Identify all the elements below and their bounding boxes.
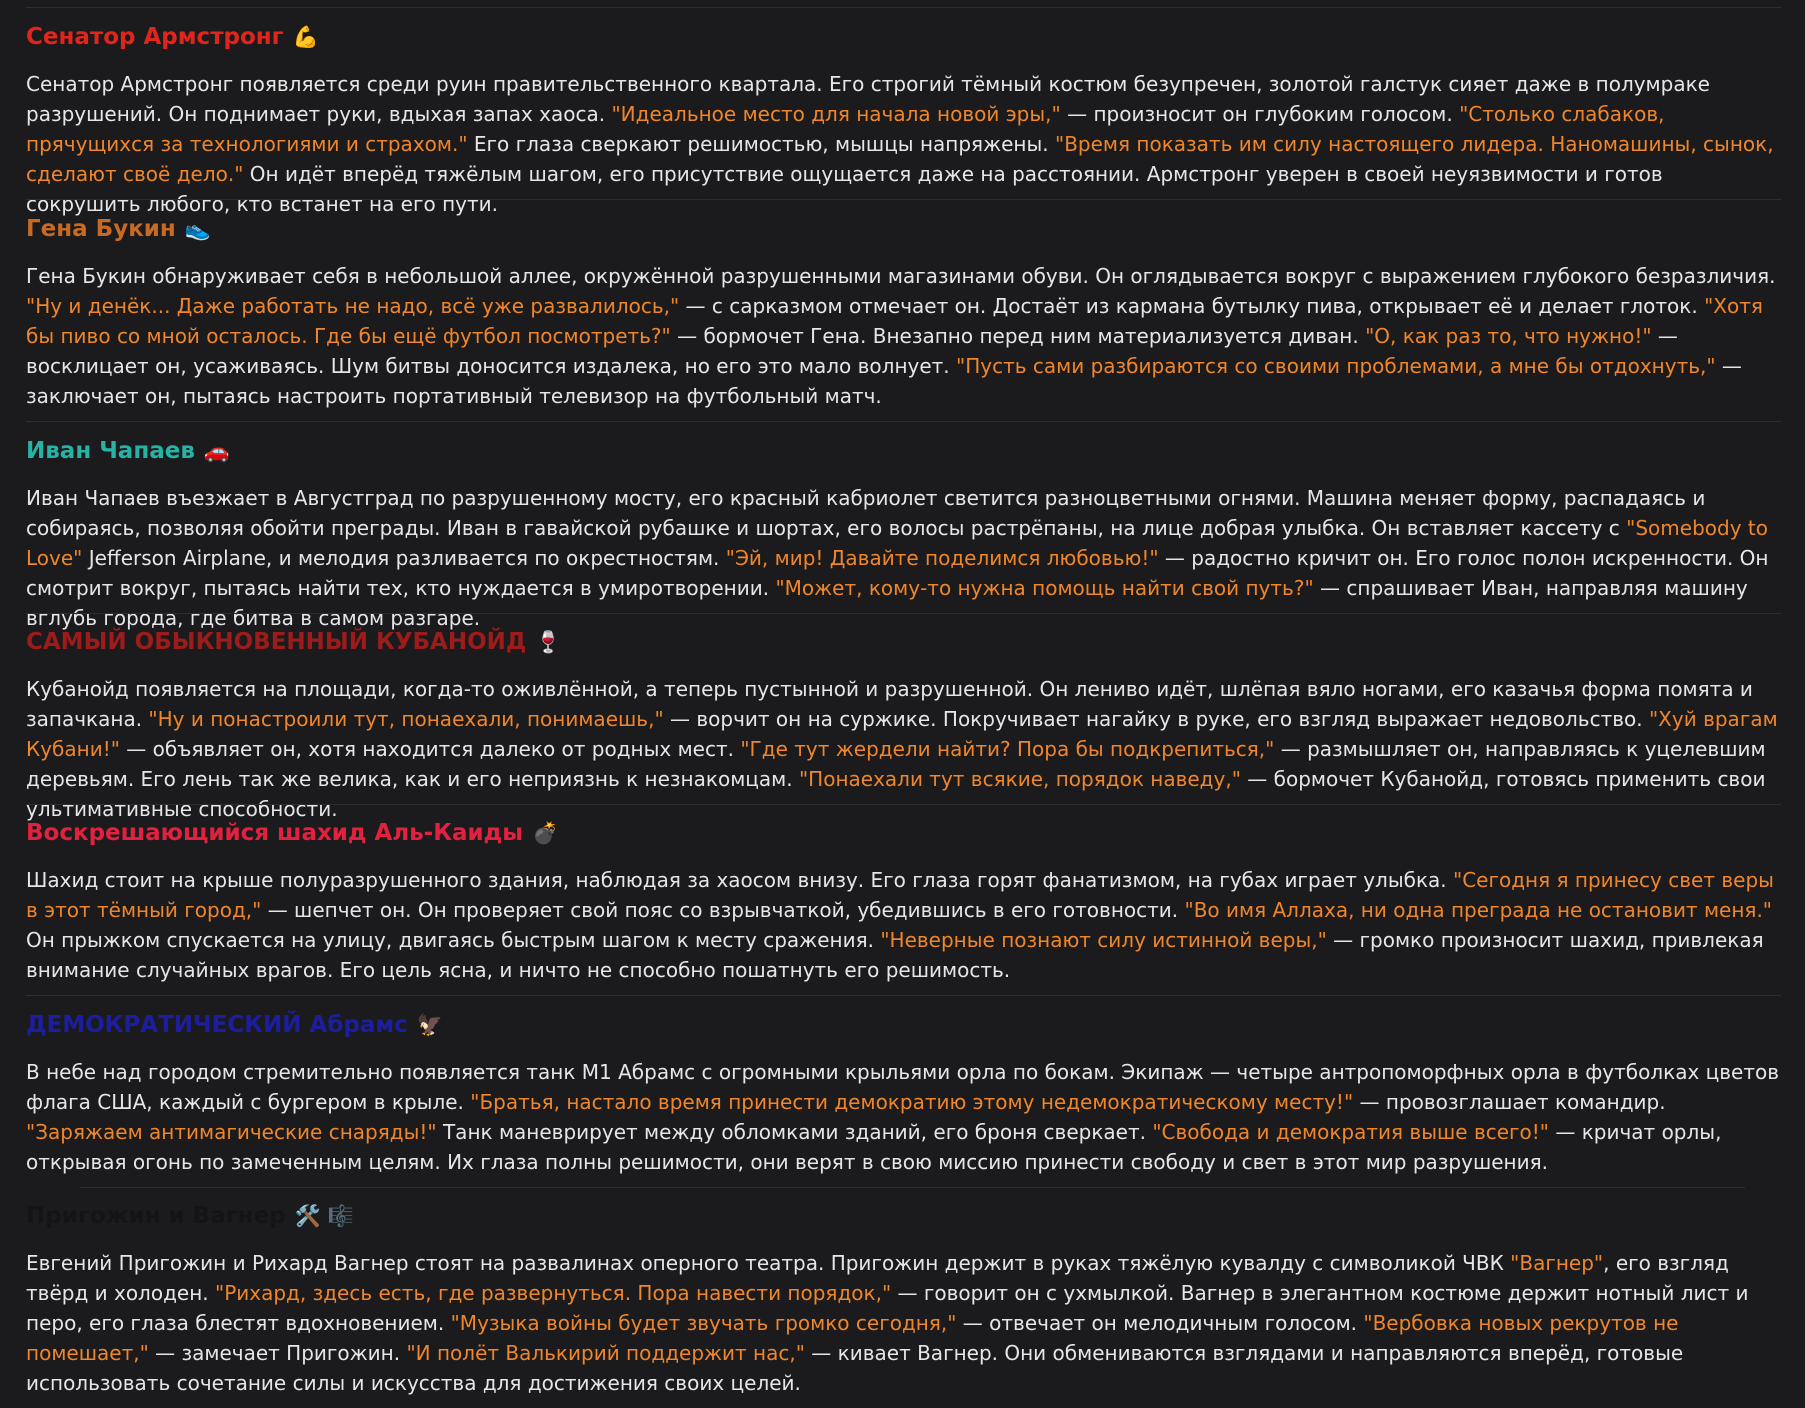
narration-text: Он идёт вперёд тяжёлым шагом, его присут… — [26, 162, 1663, 216]
quote-text: "Неверные познают силу истинной веры," — [880, 928, 1327, 952]
quote-text: "Свобода и демократия выше всего!" — [1152, 1120, 1549, 1144]
quote-text: "Братья, настало время принести демократ… — [470, 1090, 1354, 1114]
narration-text: Иван Чапаев въезжает в Августград по раз… — [26, 486, 1706, 540]
quote-text: "Ну и понастроили тут, понаехали, понима… — [148, 707, 664, 731]
entry-header: САМЫЙ ОБЫКНОВЕННЫЙ КУБАНОЙД 🍷 — [26, 624, 1781, 660]
character-emoji-icon: 👟 — [184, 217, 211, 241]
entry-divider — [80, 1187, 1745, 1188]
character-description: Гена Букин обнаруживает себя в небольшой… — [26, 261, 1781, 411]
character-entry: САМЫЙ ОБЫКНОВЕННЫЙ КУБАНОЙД 🍷 Кубанойд п… — [26, 624, 1781, 824]
character-emoji-icon: 💣 — [532, 821, 559, 845]
narration-text: Шахид стоит на крыше полуразрушенного зд… — [26, 868, 1454, 892]
character-emoji-icon: 🚗 — [203, 439, 231, 463]
quote-text: "Во имя Аллаха, ни одна преграда не оста… — [1184, 898, 1773, 922]
quote-text: "Может, кому-то нужна помощь найти свой … — [775, 576, 1314, 600]
quote-text: "Пусть сами разбираются со своими пробле… — [956, 354, 1716, 378]
narration-text: Евгений Пригожин и Рихард Вагнер стоят н… — [26, 1251, 1511, 1275]
character-description: Евгений Пригожин и Рихард Вагнер стоят н… — [26, 1248, 1781, 1398]
top-divider — [26, 7, 1781, 8]
narration-text: — с сарказмом отмечает он. Достаёт из ка… — [679, 294, 1705, 318]
entry-header: Сенатор Армстронг 💪 — [26, 19, 1781, 55]
narration-text: Его глаза сверкают решимостью, мышцы нап… — [467, 132, 1055, 156]
entry-header: Гена Букин 👟 — [26, 211, 1781, 247]
character-name: Гена Букин — [26, 216, 176, 242]
character-emoji-icon: 🍷 — [535, 630, 562, 654]
quote-text: "Где тут жердели найти? Пора бы подкрепи… — [740, 737, 1275, 761]
narration-text: — объявляет он, хотя находится далеко от… — [119, 737, 741, 761]
character-emoji-icon: 🦅 — [416, 1013, 443, 1037]
quote-text: "И полёт Валькирий поддержит нас," — [406, 1341, 805, 1365]
narration-text: Танк маневрирует между обломками зданий,… — [436, 1120, 1153, 1144]
quote-text: "Ну и денёк... Даже работать не надо, вс… — [26, 294, 680, 318]
entry-divider — [26, 421, 1781, 422]
character-description: Иван Чапаев въезжает в Августград по раз… — [26, 483, 1781, 633]
character-name: Воскрешающийся шахид Аль-Каиды — [26, 820, 524, 846]
narration-text: Гена Букин обнаруживает себя в небольшой… — [26, 264, 1776, 288]
character-description: В небе над городом стремительно появляет… — [26, 1057, 1781, 1177]
quote-text: "Музыка войны будет звучать громко сегод… — [450, 1311, 957, 1335]
quote-text: "Рихард, здесь есть, где развернуться. П… — [215, 1281, 892, 1305]
quote-text: "Эй, мир! Давайте поделимся любовью!" — [725, 546, 1159, 570]
character-description: Кубанойд появляется на площади, когда-то… — [26, 674, 1781, 824]
narration-text: Он прыжком спускается на улицу, двигаясь… — [26, 928, 881, 952]
entry-header: ДЕМОКРАТИЧЕСКИЙ Абрамс 🦅 — [26, 1007, 1781, 1043]
character-entry: Сенатор Армстронг 💪 Сенатор Армстронг по… — [26, 19, 1781, 219]
quote-text: "Вагнер" — [1510, 1251, 1604, 1275]
quote-text: "О, как раз то, что нужно!" — [1365, 324, 1652, 348]
quote-text: "Идеальное место для начала новой эры," — [611, 102, 1061, 126]
character-description: Шахид стоит на крыше полуразрушенного зд… — [26, 865, 1781, 985]
narration-text: — бормочет Гена. Внезапно перед ним мате… — [670, 324, 1366, 348]
entry-header: Пригожин и Вагнер 🛠️ 🎼 — [26, 1198, 1781, 1234]
narration-text: — отвечает он мелодичным голосом. — [956, 1311, 1364, 1335]
narration-text: — замечает Пригожин. — [148, 1341, 407, 1365]
entry-header: Иван Чапаев 🚗 — [26, 433, 1781, 469]
narration-text: Jefferson Airplane, и мелодия разливаетс… — [82, 546, 726, 570]
narration-text: — произносит он глубоким голосом. — [1060, 102, 1460, 126]
character-entry: Гена Букин 👟 Гена Букин обнаруживает себ… — [26, 211, 1781, 411]
quote-text: "Заряжаем антимагические снаряды!" — [26, 1120, 437, 1144]
character-entry: Воскрешающийся шахид Аль-Каиды 💣 Шахид с… — [26, 815, 1781, 985]
character-feed: Сенатор Армстронг 💪 Сенатор Армстронг по… — [0, 0, 1805, 1408]
character-name: Пригожин и Вагнер — [26, 1203, 286, 1229]
character-description: Сенатор Армстронг появляется среди руин … — [26, 69, 1781, 219]
entry-header: Воскрешающийся шахид Аль-Каиды 💣 — [26, 815, 1781, 851]
entry-divider — [26, 804, 1781, 805]
character-entry: ДЕМОКРАТИЧЕСКИЙ Абрамс 🦅 В небе над горо… — [26, 1007, 1781, 1177]
character-name: Сенатор Армстронг — [26, 24, 284, 50]
character-emoji-icon: 🛠️ 🎼 — [294, 1204, 354, 1228]
entry-divider — [26, 199, 1781, 200]
narration-text: — провозглашает командир. — [1353, 1090, 1666, 1114]
narration-text: — ворчит он на суржике. Покручивает нага… — [663, 707, 1649, 731]
character-name: ДЕМОКРАТИЧЕСКИЙ Абрамс — [26, 1012, 408, 1038]
narration-text: — шепчет он. Он проверяет свой пояс со в… — [261, 898, 1185, 922]
quote-text: "Понаехали тут всякие, порядок наведу," — [798, 767, 1241, 791]
entry-divider — [26, 613, 1781, 614]
character-entry: Пригожин и Вагнер 🛠️ 🎼 Евгений Пригожин … — [26, 1198, 1781, 1398]
character-name: САМЫЙ ОБЫКНОВЕННЫЙ КУБАНОЙД — [26, 629, 527, 655]
character-name: Иван Чапаев — [26, 438, 195, 464]
entry-divider — [26, 995, 1781, 996]
character-entry: Иван Чапаев 🚗 Иван Чапаев въезжает в Авг… — [26, 433, 1781, 633]
character-emoji-icon: 💪 — [292, 25, 319, 49]
